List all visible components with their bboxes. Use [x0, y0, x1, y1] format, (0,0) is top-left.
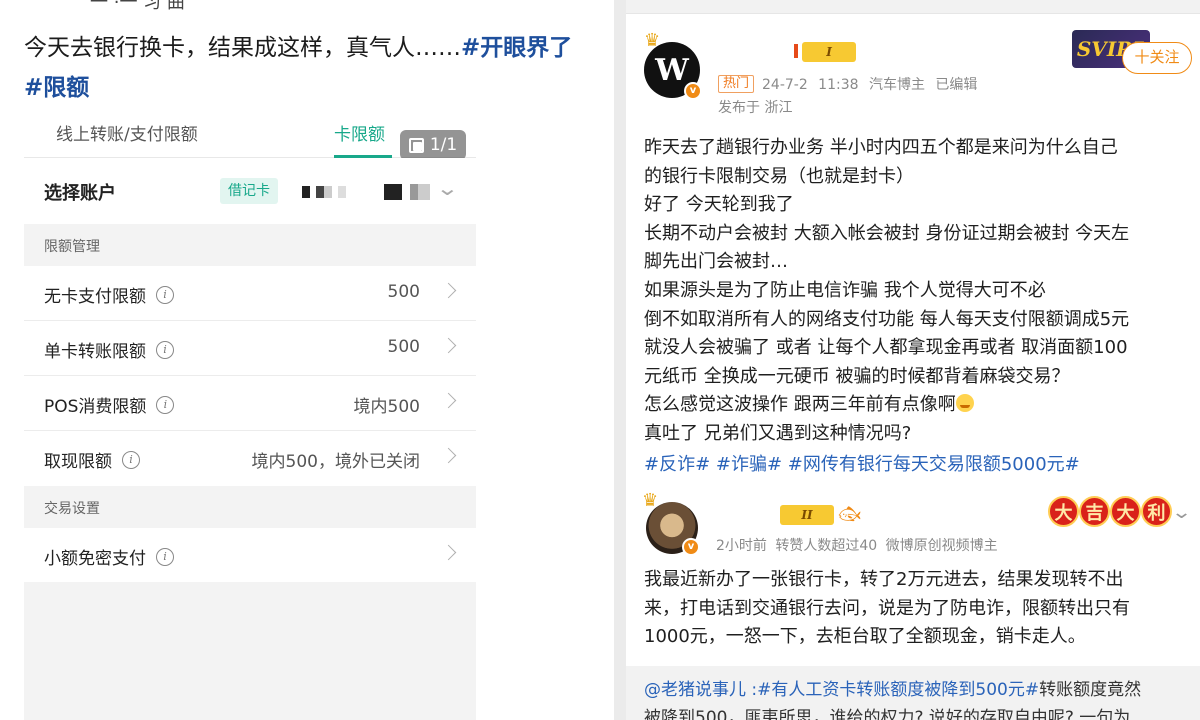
image-stack-icon: [408, 137, 424, 153]
top-strip: [626, 0, 1200, 14]
post-line-text: 怎么感觉这波操作 跟两三年前有点像啊: [644, 394, 956, 416]
cropped-text-fragment: 一 ·一 习 曲: [90, 0, 185, 13]
quoted-line: 被降到500，匪夷所思，谁给的权力? 说好的存取自由呢? 一句为: [644, 708, 1131, 720]
chevron-right-icon: [440, 447, 457, 464]
embedded-bank-screenshot[interactable]: 线上转账/支付限额 卡限额 1/1 选择账户 借记卡 ⌄ 限额管理 无卡支付限额…: [24, 116, 476, 720]
select-account-row[interactable]: 选择账户 借记卡 ⌄: [24, 158, 476, 224]
chevron-down-icon[interactable]: ⌄: [1171, 502, 1192, 523]
post-line: 昨天去了趟银行办业务 半小时内四五个都是来问为什么自己: [644, 137, 1118, 158]
quoted-link[interactable]: @老猪说事儿 :#有人工资卡转账额度被降到500元#: [644, 680, 1039, 700]
tab-card-limit[interactable]: 卡限额: [334, 120, 385, 145]
limit-tabbar: 线上转账/支付限额 卡限额 1/1: [24, 116, 476, 160]
right-post-panel: W ♛ v I 热门 24-7-2 11:38 汽车博主 已编辑 发布于 浙江 …: [626, 0, 1200, 720]
limit-value: 500: [387, 337, 420, 357]
card-type-badge: 借记卡: [220, 178, 278, 204]
info-icon[interactable]: i: [156, 395, 175, 414]
settings-label: 小额免密支付: [44, 549, 146, 569]
post-line: 怎么感觉这波操作 跟两三年前有点像啊: [644, 391, 1192, 420]
hashtag-links[interactable]: #反诈# #诈骗# #网传有银行每天交易限额5000元#: [644, 450, 1080, 476]
limit-row[interactable]: POS消费限额 i 境内500: [24, 376, 476, 431]
section-title-limits: 限额管理: [44, 239, 100, 255]
info-icon[interactable]: i: [156, 285, 174, 304]
post-line: 脚先出门会被封…: [644, 251, 788, 273]
verified-badge-icon: v: [684, 82, 702, 100]
verified-badge-icon: v: [682, 538, 700, 556]
quoted-line: @老猪说事儿 :#有人工资卡转账额度被降到500元#转账额度竟然: [644, 676, 1182, 704]
post-body: 昨天去了趟银行办业务 半小时内四五个都是来问为什么自己 的银行卡限制交易（也就是…: [644, 134, 1192, 449]
follow-button[interactable]: 十关注: [1122, 42, 1192, 74]
settings-list: 小额免密支付 i: [24, 528, 476, 582]
limit-row-label: 无卡支付限额 i: [44, 282, 174, 307]
comment-meta: 2小时前 转赞人数超过40 微博原创视频博主: [716, 538, 998, 554]
redacted-card-number: [384, 184, 430, 200]
comment-body: 我最近新办了一张银行卡，转了2万元进去，结果发现转不出 来，打电话到交通银行去问…: [644, 566, 1192, 652]
info-icon[interactable]: i: [156, 547, 174, 566]
limit-value: 500: [387, 282, 420, 302]
comment-line: 来，打电话到交通银行去问，说是为了防电诈，限额转出只有: [644, 597, 1130, 619]
post-line: 长期不动户会被封 大额入帐会被封 身份证过期会被封 今天左: [644, 222, 1130, 244]
post-line: 倒不如取消所有人的网络支付功能 每人每天支付限额调成5元: [644, 308, 1130, 330]
settings-row-label: 小额免密支付 i: [44, 544, 174, 569]
smirk-emoji-icon: [955, 394, 974, 413]
crown-icon: ♛: [644, 30, 661, 51]
panel-divider: [614, 0, 626, 720]
quoted-text: 转账额度竟然: [1039, 680, 1142, 700]
limit-row[interactable]: 无卡支付限额 i 500: [24, 266, 476, 321]
lucky-char: 吉: [1079, 496, 1110, 527]
limit-list: 无卡支付限额 i 500 单卡转账限额 i 500 POS消费限额 i 境内500 取…: [24, 266, 476, 486]
post-line: 真吐了 兄弟们又遇到这种情况吗?: [644, 422, 912, 444]
limit-label: 无卡支付限额: [44, 287, 146, 307]
comment-line: 1000元，一怒一下，去柜台取了全额现金，销卡走人。: [644, 626, 1086, 648]
limit-value: 境内500，境外已关闭: [251, 452, 420, 472]
member-level-badge: II: [780, 505, 834, 525]
post-line: 好了 今天轮到我了: [644, 194, 794, 216]
info-icon[interactable]: i: [156, 340, 174, 359]
lucky-char: 大: [1048, 496, 1079, 527]
hot-tag: 热门: [718, 75, 755, 93]
fish-icon: 🐟︎: [838, 504, 861, 525]
limit-label: POS消费限额: [44, 397, 147, 417]
limit-row-label: 取现限额 i: [44, 447, 140, 472]
comment-line: 我最近新办了一张银行卡，转了2万元进去，结果发现转不出: [644, 569, 1124, 590]
post-line: 如果源头是为了防止电信诈骗 我个人觉得大可不必: [644, 279, 1046, 301]
member-level-badge: I: [802, 42, 856, 62]
hashtag-link[interactable]: #限额: [24, 75, 89, 101]
lucky-char: 利: [1141, 496, 1172, 527]
limit-row[interactable]: 单卡转账限额 i 500: [24, 321, 476, 376]
lucky-badge: 大 吉 大 利: [1048, 496, 1172, 527]
post-title-text: 今天去银行换卡，结果成这样，真气人……: [24, 35, 461, 61]
limit-row-label: POS消费限额 i: [44, 392, 175, 417]
redacted-card-number: [302, 186, 346, 198]
limit-label: 取现限额: [44, 452, 112, 472]
select-account-label: 选择账户: [44, 183, 116, 204]
limit-row[interactable]: 取现限额 i 境内500，境外已关闭: [24, 431, 476, 486]
limit-value: 境内500: [353, 397, 420, 417]
section-title-settings: 交易设置: [44, 501, 100, 517]
chevron-right-icon: [440, 544, 457, 561]
post-location: 发布于 浙江: [718, 100, 793, 116]
settings-row[interactable]: 小额免密支付 i: [24, 528, 476, 582]
chevron-down-icon[interactable]: ⌄: [436, 176, 459, 200]
post-line: 元纸币 全换成一元硬币 被骗的时候都背着麻袋交易？: [644, 365, 1070, 387]
limit-label: 单卡转账限额: [44, 342, 146, 362]
limit-row-label: 单卡转账限额 i: [44, 337, 174, 362]
post-line: 就没人会被骗了 或者 让每个人都拿现金再或者 取消面额100: [644, 337, 1128, 359]
chevron-right-icon: [440, 392, 457, 409]
crown-icon: ♛: [642, 490, 659, 511]
post-line: 的银行卡限制交易（也就是封卡）: [644, 165, 914, 187]
image-counter: 1/1: [400, 130, 466, 160]
image-counter-text: 1/1: [429, 135, 458, 155]
chevron-right-icon: [440, 282, 457, 299]
info-icon[interactable]: i: [122, 450, 140, 469]
chevron-right-icon: [440, 337, 457, 354]
post-title: 今天去银行换卡，结果成这样，真气人……#开眼界了 #限额: [24, 28, 604, 108]
tab-online-limit[interactable]: 线上转账/支付限额: [56, 120, 198, 145]
hashtag-link[interactable]: #开眼界了: [461, 35, 572, 61]
quoted-post[interactable]: @老猪说事儿 :#有人工资卡转账额度被降到500元#转账额度竟然 被降到500，…: [626, 666, 1200, 720]
left-post-panel: 一 ·一 习 曲 今天去银行换卡，结果成这样，真气人……#开眼界了 #限额 线上…: [0, 0, 614, 720]
lucky-char: 大: [1110, 496, 1141, 527]
username-redacted-mark: [794, 44, 798, 58]
post-meta: 24-7-2 11:38 汽车博主 已编辑: [762, 77, 978, 93]
